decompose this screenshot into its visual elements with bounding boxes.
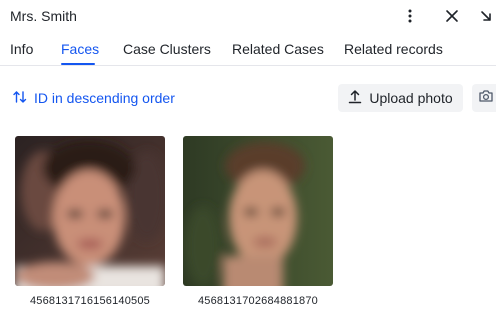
face-id: 4568131716156140505 — [29, 295, 151, 307]
sort-control[interactable]: ID in descending order — [12, 89, 175, 107]
tab-info[interactable]: Info — [10, 41, 33, 57]
upload-photo-label: Upload photo — [369, 90, 453, 106]
upload-icon — [348, 89, 362, 107]
face-panel: Mrs. Smith Info Faces Case Clusters Rela… — [0, 0, 496, 311]
face-card[interactable]: 4568131716156140505 — [15, 136, 165, 307]
sort-label: ID in descending order — [34, 90, 175, 106]
tab-related-records[interactable]: Related records — [344, 41, 443, 57]
more-vertical-icon[interactable] — [398, 4, 422, 28]
camera-button[interactable] — [472, 84, 496, 112]
tab-related-cases[interactable]: Related Cases — [232, 41, 324, 57]
minimize-arrow-icon[interactable] — [474, 4, 496, 28]
upload-photo-button[interactable]: Upload photo — [338, 84, 463, 112]
close-icon[interactable] — [440, 4, 464, 28]
panel-header: Mrs. Smith — [0, 0, 496, 34]
camera-icon — [478, 89, 494, 108]
panel-title: Mrs. Smith — [10, 8, 77, 24]
face-thumbnail[interactable] — [15, 136, 165, 286]
tab-faces[interactable]: Faces — [61, 41, 99, 57]
face-card[interactable]: 4568131702684881870 — [183, 136, 333, 307]
tab-bar: Info Faces Case Clusters Related Cases R… — [0, 34, 496, 66]
face-id: 4568131702684881870 — [197, 295, 319, 307]
face-thumbnail[interactable] — [183, 136, 333, 286]
tab-case-clusters[interactable]: Case Clusters — [123, 41, 211, 57]
active-tab-indicator — [61, 63, 95, 65]
sort-arrows-icon — [12, 89, 28, 108]
